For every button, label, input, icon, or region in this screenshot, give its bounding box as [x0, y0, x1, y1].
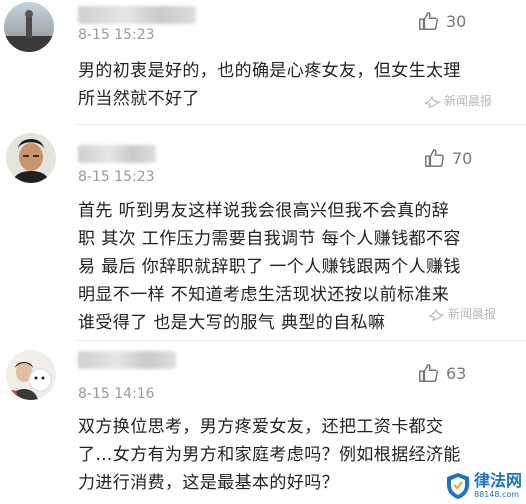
avatar-image [6, 133, 56, 183]
watermark: 新闻晨报 [424, 92, 492, 109]
avatar-image [6, 350, 56, 400]
comment-line: 首先 听到男友这样说我会很高兴但我不会真的辞 [78, 201, 450, 221]
comment-item: 8-15 15:23 30 男的初衷是好的，也的确是心疼女友，但女生太理 所当然… [0, 0, 526, 125]
comment-line: 职 其次 工作压力需要自我调节 每个人赚钱都不容 [78, 229, 461, 249]
comment-line: 易 最后 你辞职就辞职了 一个人赚钱跟两个人赚钱 [78, 257, 461, 277]
comment-body: 男的初衷是好的，也的确是心疼女友，但女生太理 所当然就不好了 [78, 57, 461, 113]
username-blurred[interactable] [78, 351, 176, 369]
avatar[interactable] [6, 133, 56, 183]
watermark-bird-icon [424, 95, 440, 108]
comment-time: 8-15 15:23 [78, 169, 155, 185]
watermark: 新闻晨报 [428, 305, 496, 322]
comment-line: 谁受得了 也是大写的服气 典型的自私嘛 [78, 313, 386, 333]
comment-time: 8-15 15:23 [78, 27, 155, 43]
watermark-bird-icon [428, 308, 444, 321]
comment-line: 力进行消费，这是最基本的好吗？ [78, 473, 339, 493]
site-logo-name: 律法网 [473, 471, 522, 490]
site-logo-url: 88148.com [473, 490, 520, 499]
comment-line: 了…女方有为男方和家庭考虑吗？例如根据经济能 [78, 445, 461, 465]
site-logo: 律法网 88148.com [445, 472, 522, 500]
avatar-image [4, 2, 54, 52]
comment-item: 8-15 15:23 70 首先 听到男友这样说我会很高兴但我不会真的辞 职 其… [0, 125, 526, 340]
comment-line: 明显不一样 不知道考虑生活现状还按以前标准来 [78, 285, 450, 305]
comment-line: 所当然就不好了 [78, 89, 200, 109]
like-button[interactable]: 30 [418, 10, 466, 32]
like-count: 30 [446, 11, 467, 31]
avatar[interactable] [4, 2, 54, 52]
like-button[interactable]: 63 [418, 362, 466, 384]
comment-body: 双方换位思考，男方疼爱女友，还把工资卡都交 了…女方有为男方和家庭考虑吗？例如根… [78, 413, 461, 497]
like-count: 70 [452, 148, 473, 168]
thumbs-up-icon [419, 364, 438, 382]
thumbs-up-icon [419, 12, 438, 30]
shield-logo-icon [446, 473, 469, 499]
comment-body: 首先 听到男友这样说我会很高兴但我不会真的辞 职 其次 工作压力需要自我调节 每… [78, 197, 461, 337]
watermark-text: 新闻晨报 [448, 307, 497, 321]
like-count: 63 [446, 363, 467, 383]
avatar[interactable] [6, 350, 56, 400]
comment-line: 男的初衷是好的，也的确是心疼女友，但女生太理 [78, 61, 461, 81]
username-blurred[interactable] [78, 6, 196, 24]
username-blurred[interactable] [78, 145, 156, 163]
watermark-text: 新闻晨报 [444, 94, 493, 108]
like-button[interactable]: 70 [424, 147, 472, 169]
thumbs-up-icon [425, 149, 444, 167]
comment-time: 8-15 14:16 [78, 386, 155, 402]
comment-line: 双方换位思考，男方疼爱女友，还把工资卡都交 [78, 417, 444, 437]
